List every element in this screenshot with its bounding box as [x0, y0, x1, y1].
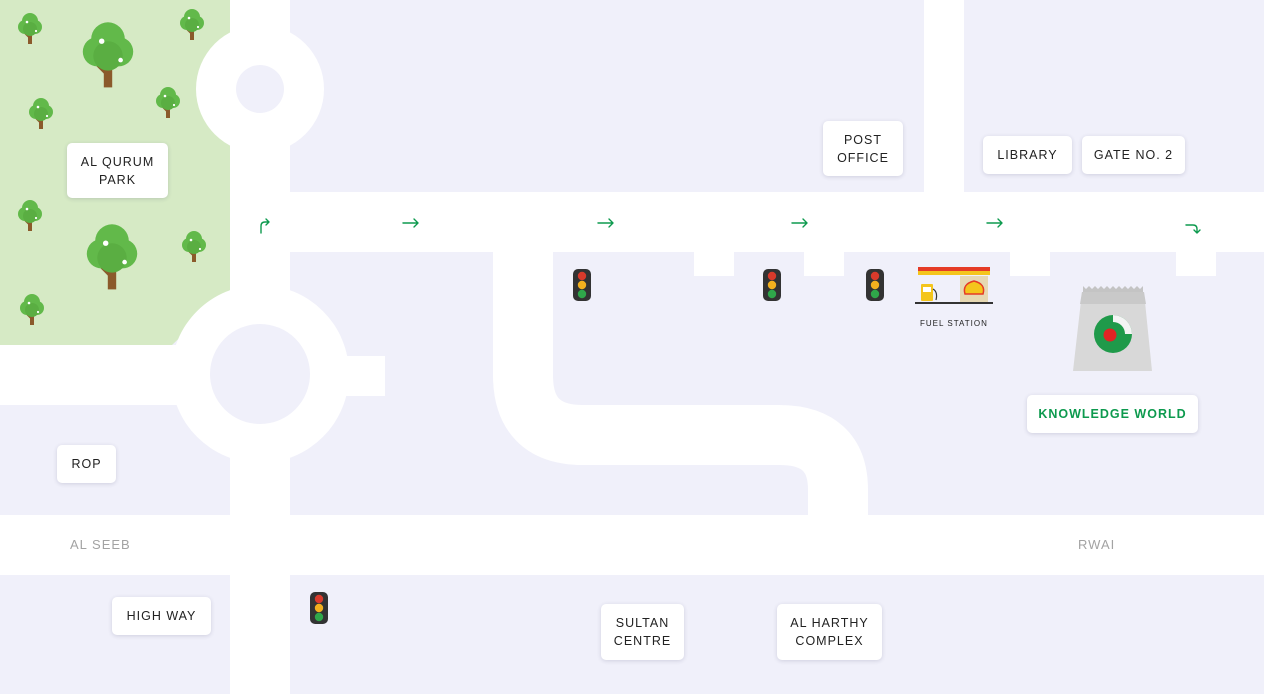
traffic-light-icon [573, 269, 591, 301]
library-label[interactable]: LIBRARY [983, 136, 1072, 174]
drive-1 [694, 252, 734, 276]
city-map [0, 0, 1264, 694]
rop-label[interactable]: ROP [57, 445, 116, 483]
sultan-centre-label[interactable]: SULTAN CENTRE [601, 604, 684, 660]
gate-no-2-label[interactable]: GATE NO. 2 [1082, 136, 1185, 174]
al-seeb-rwai-road [0, 515, 1264, 575]
west-road [0, 345, 200, 405]
al-harthy-complex-label[interactable]: AL HARTHY COMPLEX [777, 604, 882, 660]
post-office-label[interactable]: POST OFFICE [823, 121, 903, 176]
knowledge-world-building-icon [1073, 286, 1152, 371]
drive-2 [804, 252, 844, 276]
al-qurum-park-label[interactable]: AL QURUM PARK [67, 143, 168, 198]
post-office-road [924, 0, 964, 192]
fuel-station-icon [915, 267, 993, 304]
drive-3 [1010, 252, 1050, 276]
al-seeb-road-name: AL SEEB [70, 537, 131, 552]
main-street [260, 192, 1264, 252]
traffic-light-icon [310, 592, 328, 624]
s-curve-road [493, 252, 868, 515]
roundabout-bottom-island [210, 324, 310, 424]
high-way-label[interactable]: HIGH WAY [112, 597, 211, 635]
rwai-road-name: RWAI [1078, 537, 1116, 552]
fuel-station-caption: FUEL STATION [920, 319, 988, 328]
drive-4 [1176, 252, 1216, 276]
traffic-light-icon [763, 269, 781, 301]
roundabout-top-island [236, 65, 284, 113]
knowledge-world-label[interactable]: KNOWLEDGE WORLD [1027, 395, 1198, 433]
traffic-light-icon [866, 269, 884, 301]
